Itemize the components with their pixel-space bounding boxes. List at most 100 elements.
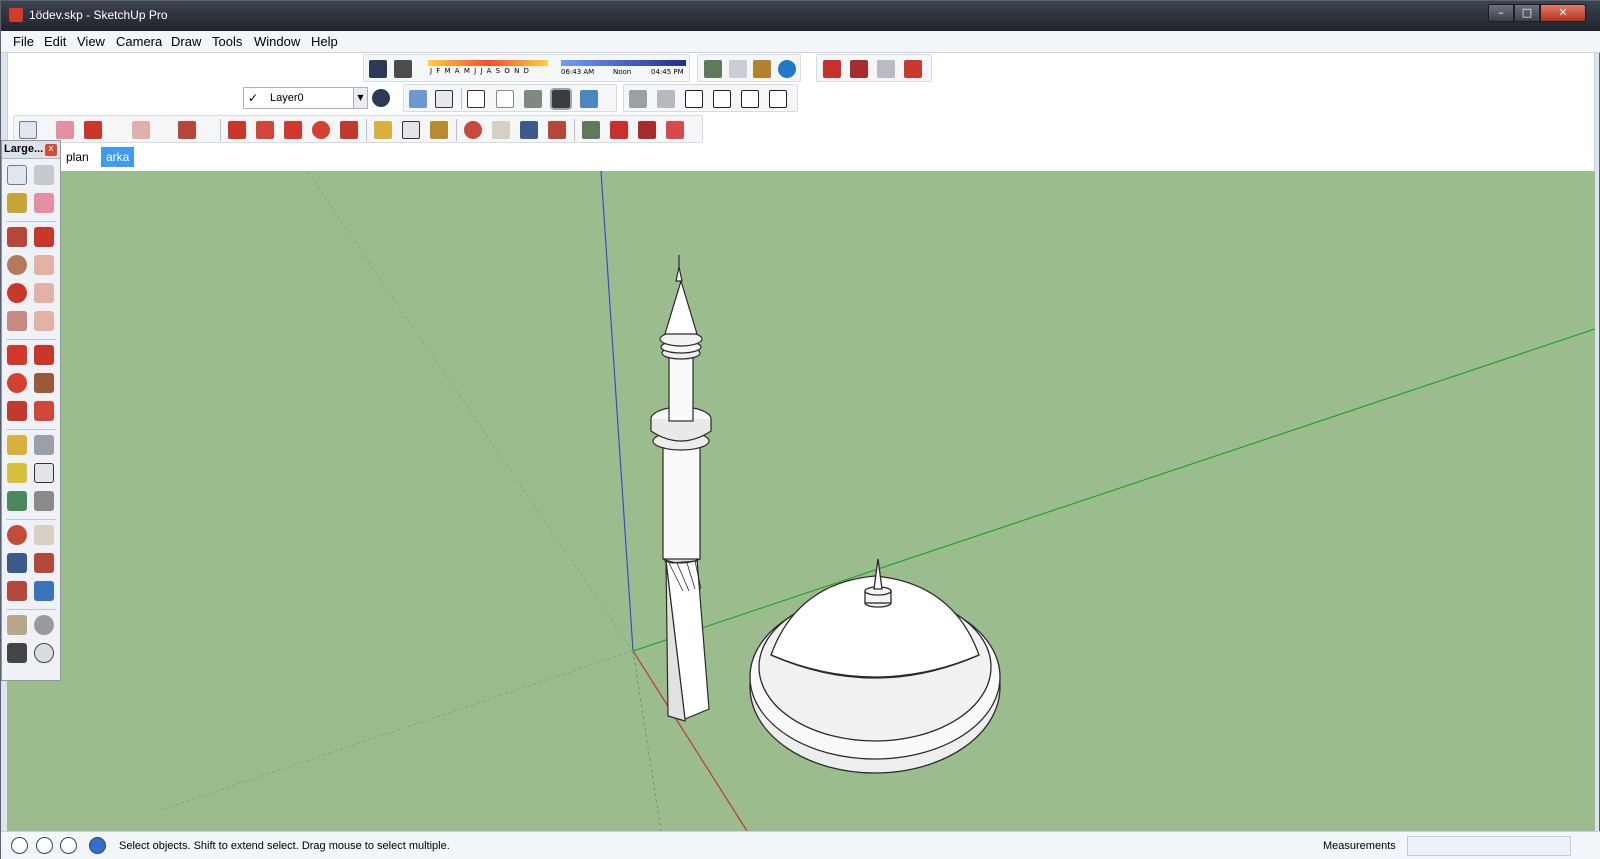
- left-view-icon[interactable]: [769, 90, 787, 108]
- add-location-icon-2[interactable]: [582, 121, 600, 139]
- dome-model[interactable]: [749, 558, 1001, 774]
- pal-walk-icon[interactable]: [7, 643, 27, 663]
- rectangle-icon[interactable]: [178, 121, 196, 139]
- pal-position-camera-icon[interactable]: [7, 615, 27, 635]
- iso-view-icon[interactable]: [629, 90, 647, 108]
- pal-polygon-icon[interactable]: [7, 283, 27, 303]
- layer-dropdown[interactable]: ✓ Layer0 ▼: [243, 87, 368, 109]
- minaret-model[interactable]: [650, 255, 712, 722]
- scene-tab-plan[interactable]: plan: [61, 147, 94, 167]
- close-button[interactable]: ✕: [1540, 4, 1586, 22]
- send-to-layout-icon[interactable]: [666, 121, 684, 139]
- pal-previous-view-icon[interactable]: [34, 581, 54, 601]
- hidden-line-icon[interactable]: [496, 90, 514, 108]
- pal-3d-text-icon[interactable]: [34, 491, 54, 511]
- pal-zoom-window-icon[interactable]: [34, 553, 54, 573]
- pal-move-icon[interactable]: [7, 345, 27, 365]
- palette-close-icon[interactable]: x: [45, 144, 57, 156]
- paint-bucket-icon[interactable]: [430, 121, 448, 139]
- pal-text-icon[interactable]: [34, 463, 54, 483]
- menu-file[interactable]: File: [13, 34, 34, 49]
- share-model-icon[interactable]: [850, 60, 868, 78]
- pal-rotate-icon[interactable]: [7, 373, 27, 393]
- pal-select-icon[interactable]: [7, 165, 27, 185]
- pal-offset-icon[interactable]: [34, 401, 54, 421]
- back-edges-icon[interactable]: [435, 90, 453, 108]
- maximize-button[interactable]: □: [1514, 4, 1540, 22]
- select-icon[interactable]: [19, 121, 37, 139]
- eraser-icon[interactable]: [56, 121, 74, 139]
- front-view-icon[interactable]: [685, 90, 703, 108]
- month-slider[interactable]: J F M A M J J A S O N D: [428, 60, 548, 78]
- shaded-icon[interactable]: [524, 90, 542, 108]
- pal-paint-bucket-icon[interactable]: [7, 193, 27, 213]
- pal-zoom-icon[interactable]: [7, 553, 27, 573]
- add-location-icon[interactable]: [704, 60, 722, 78]
- model-viewport[interactable]: [7, 171, 1595, 831]
- menu-camera[interactable]: Camera: [116, 34, 162, 49]
- pal-push-pull-icon[interactable]: [34, 345, 54, 365]
- chevron-down-icon[interactable]: ▼: [353, 88, 367, 108]
- scene-canvas[interactable]: [7, 171, 1595, 831]
- pal-axes-icon[interactable]: [7, 491, 27, 511]
- menu-tools[interactable]: Tools: [212, 34, 242, 49]
- back-view-icon[interactable]: [741, 90, 759, 108]
- text-icon[interactable]: [402, 121, 420, 139]
- pal-zoom-extents-icon[interactable]: [7, 581, 27, 601]
- pal-circle-icon[interactable]: [7, 255, 27, 275]
- pal-line-icon[interactable]: [34, 227, 54, 247]
- push-pull-icon[interactable]: [228, 121, 246, 139]
- pal-eraser-icon[interactable]: [34, 193, 54, 213]
- shaded-with-textures-icon[interactable]: [550, 88, 572, 110]
- zoom-extents-icon[interactable]: [548, 121, 566, 139]
- credits-icon[interactable]: [36, 837, 53, 854]
- move-icon[interactable]: [284, 121, 302, 139]
- minimize-button[interactable]: –: [1488, 4, 1514, 22]
- layer-manager-icon[interactable]: [372, 89, 390, 107]
- pal-freehand-icon[interactable]: [34, 255, 54, 275]
- follow-me-icon[interactable]: [256, 121, 274, 139]
- scale-icon[interactable]: [340, 121, 358, 139]
- pal-follow-me-icon[interactable]: [34, 373, 54, 393]
- menu-help[interactable]: Help: [311, 34, 338, 49]
- extension-warehouse-icon[interactable]: [904, 60, 922, 78]
- geo-location-icon[interactable]: [11, 837, 28, 854]
- xray-icon[interactable]: [409, 90, 427, 108]
- pal-arc-2pt-icon[interactable]: [7, 311, 27, 331]
- palette-title-bar[interactable]: Large... x: [2, 141, 60, 159]
- top-view-icon[interactable]: [657, 90, 675, 108]
- pal-rectangle-icon[interactable]: [7, 227, 27, 247]
- help-icon[interactable]: [89, 837, 106, 854]
- 3d-warehouse-icon[interactable]: [823, 60, 841, 78]
- pal-dimension-icon[interactable]: [34, 435, 54, 455]
- pal-protractor-icon[interactable]: [7, 463, 27, 483]
- pal-scale-icon[interactable]: [7, 401, 27, 421]
- pal-section-plane-icon[interactable]: [34, 643, 54, 663]
- menu-view[interactable]: View: [77, 34, 105, 49]
- pal-look-around-icon[interactable]: [34, 615, 54, 635]
- right-view-icon[interactable]: [713, 90, 731, 108]
- shadow-settings-icon[interactable]: [369, 60, 387, 78]
- preview-in-earth-icon[interactable]: [778, 60, 796, 78]
- menu-draw[interactable]: Draw: [171, 34, 201, 49]
- tape-measure-icon[interactable]: [374, 121, 392, 139]
- photo-textures-icon[interactable]: [753, 60, 771, 78]
- wireframe-icon[interactable]: [467, 90, 485, 108]
- user-account-icon[interactable]: [60, 837, 77, 854]
- pal-orbit-icon[interactable]: [7, 525, 27, 545]
- measurements-input[interactable]: [1407, 836, 1571, 856]
- rotate-icon[interactable]: [312, 121, 330, 139]
- toggle-terrain-icon[interactable]: [729, 60, 747, 78]
- get-models-icon[interactable]: [610, 121, 628, 139]
- monochrome-icon[interactable]: [580, 90, 598, 108]
- share-component-icon[interactable]: [877, 60, 895, 78]
- pan-icon[interactable]: [492, 121, 510, 139]
- pal-arc-icon[interactable]: [34, 283, 54, 303]
- line-icon[interactable]: [84, 121, 102, 139]
- pal-pan-icon[interactable]: [34, 525, 54, 545]
- menu-edit[interactable]: Edit: [44, 34, 66, 49]
- pal-arc-3pt-icon[interactable]: [34, 311, 54, 331]
- scene-tab-arka-plan[interactable]: arka plan: [101, 147, 135, 178]
- share-model-icon-2[interactable]: [638, 121, 656, 139]
- pal-tape-measure-icon[interactable]: [7, 435, 27, 455]
